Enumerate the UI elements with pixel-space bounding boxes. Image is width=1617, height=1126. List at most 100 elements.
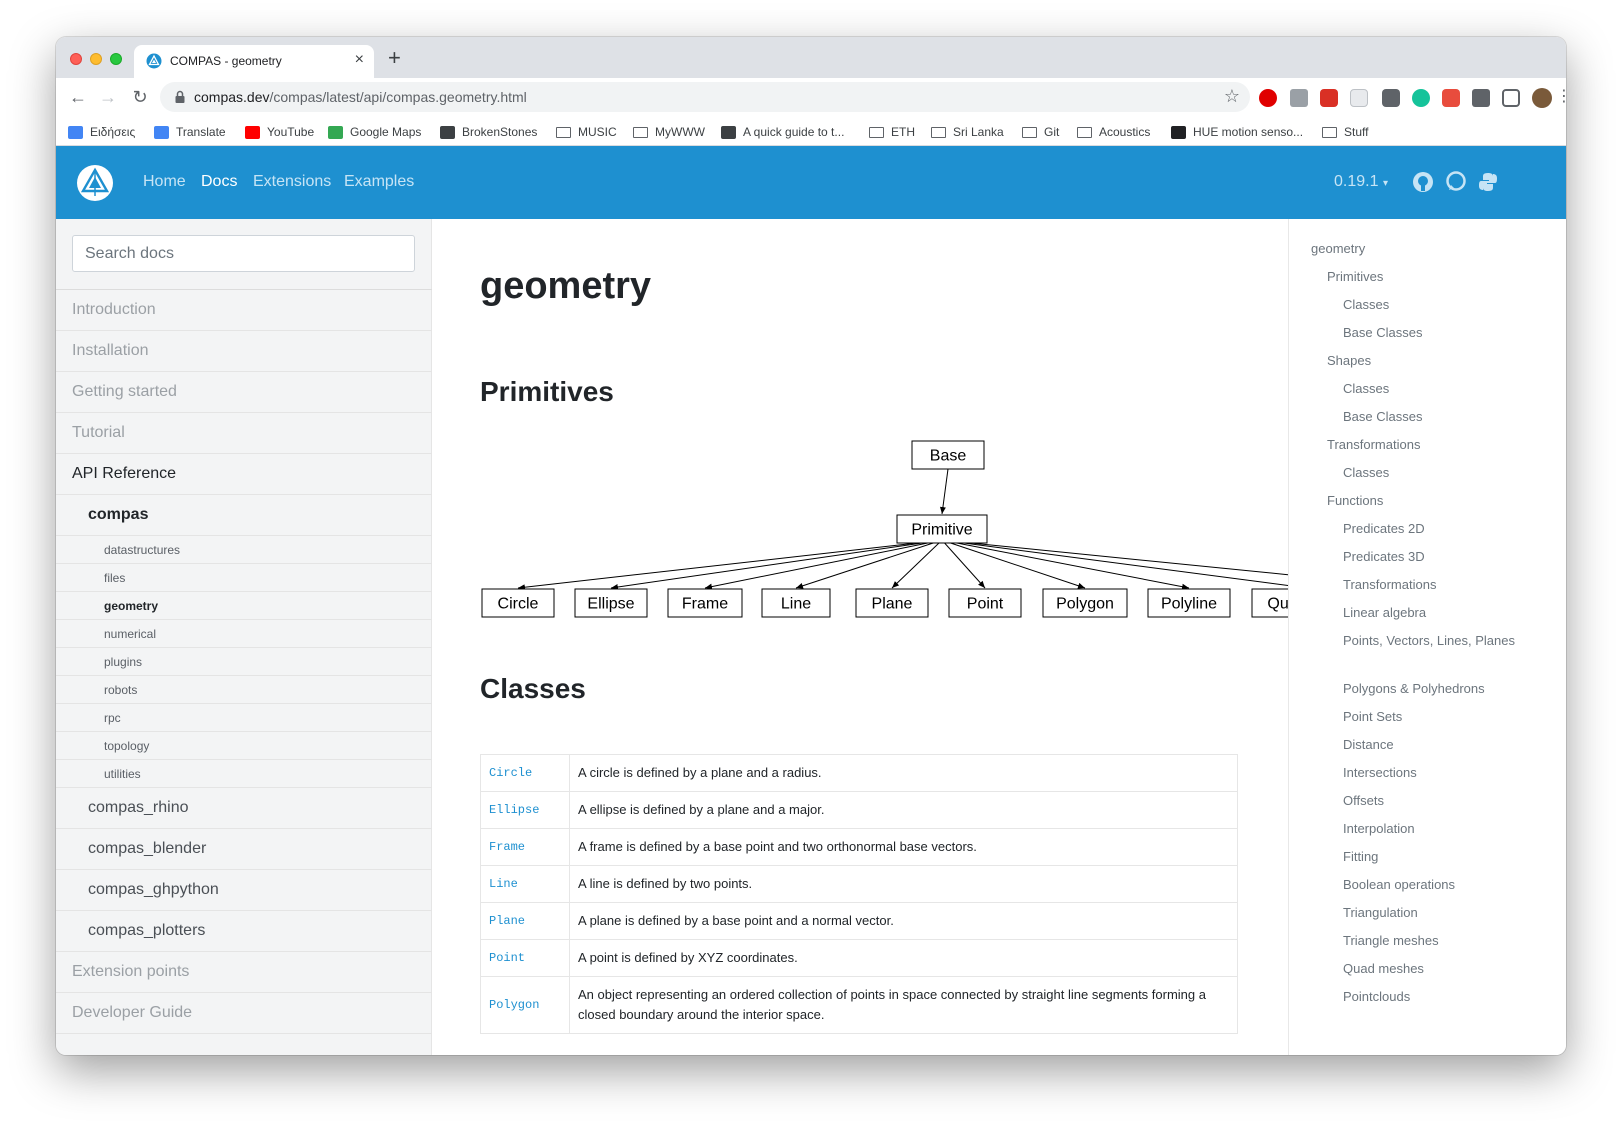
sidebar-item-files[interactable]: files	[56, 564, 432, 592]
todo-extension-icon[interactable]	[1320, 89, 1338, 107]
class-link[interactable]: Frame	[480, 828, 570, 866]
sidebar-item-datastructures[interactable]: datastructures	[56, 536, 432, 564]
toc-item[interactable]: Base Classes	[1343, 323, 1523, 343]
bookmark-5[interactable]: MUSIC	[556, 123, 617, 141]
class-link[interactable]: Line	[480, 865, 570, 903]
diagram-node-polyline[interactable]: Polyline	[1147, 588, 1231, 618]
sidebar-item-compas[interactable]: compas	[56, 495, 432, 536]
diagram-node-base[interactable]: Base	[911, 440, 985, 470]
diagram-node-line[interactable]: Line	[761, 588, 831, 618]
sidebar-item-tutorial[interactable]: Tutorial	[56, 413, 432, 454]
close-window-button[interactable]	[70, 53, 82, 65]
bookmark-1[interactable]: Translate	[154, 123, 226, 141]
bookmark-8[interactable]: ETH	[869, 123, 915, 141]
sidebar-item-compas-blender[interactable]: compas_blender	[56, 829, 432, 870]
toc-item[interactable]: Point Sets	[1343, 707, 1523, 727]
toc-item[interactable]: Predicates 2D	[1343, 519, 1523, 539]
back-button[interactable]: ←	[66, 85, 90, 109]
document-extension-icon[interactable]	[1350, 89, 1368, 107]
sidebar-item-compas-rhino[interactable]: compas_rhino	[56, 788, 432, 829]
tp-extension-icon[interactable]	[1442, 89, 1460, 107]
toc-item[interactable]: Points, Vectors, Lines, Planes	[1343, 631, 1523, 651]
avatar[interactable]	[1532, 88, 1552, 108]
sidebar-item-topology[interactable]: topology	[56, 732, 432, 760]
grammarly-extension-icon[interactable]	[1412, 89, 1430, 107]
toc-item[interactable]: Offsets	[1343, 791, 1523, 811]
python-icon[interactable]	[1477, 171, 1499, 193]
search-docs-input[interactable]	[72, 235, 415, 272]
toc-item[interactable]: Pointclouds	[1343, 987, 1523, 1007]
bookmark-9[interactable]: Sri Lanka	[931, 123, 1004, 141]
helper-extension-icon[interactable]	[1382, 89, 1400, 107]
sidebar-item-plugins[interactable]: plugins	[56, 648, 432, 676]
minimize-window-button[interactable]	[90, 53, 102, 65]
bookmark-4[interactable]: BrokenStones	[440, 123, 537, 141]
sidebar-item-numerical[interactable]: numerical	[56, 620, 432, 648]
diagram-node-plane[interactable]: Plane	[855, 588, 929, 618]
bookmark-0[interactable]: Ειδήσεις	[68, 123, 135, 141]
tab-close-icon[interactable]: ×	[355, 51, 364, 69]
diagram-node-quaternion[interactable]: Quaternion	[1251, 588, 1288, 618]
class-link[interactable]: Ellipse	[480, 791, 570, 829]
reload-button[interactable]: ↻	[128, 85, 152, 109]
bookmark-13[interactable]: Stuff	[1322, 123, 1368, 141]
browser-menu-icon[interactable]: ⋮	[1552, 85, 1566, 109]
class-link[interactable]: Plane	[480, 902, 570, 940]
diagram-node-primitive[interactable]: Primitive	[896, 514, 988, 544]
compas-logo-icon[interactable]	[76, 164, 114, 202]
new-tab-button[interactable]: +	[388, 45, 401, 71]
bookmark-6[interactable]: MyWWW	[633, 123, 705, 141]
toc-item[interactable]: Linear algebra	[1343, 603, 1523, 623]
toc-item[interactable]: Transformations	[1327, 435, 1507, 455]
sidebar-item-extension-points[interactable]: Extension points	[56, 952, 432, 993]
sidebar-item-compas-plotters[interactable]: compas_plotters	[56, 911, 432, 952]
bookmark-11[interactable]: Acoustics	[1077, 123, 1150, 141]
toc-item[interactable]: Functions	[1327, 491, 1507, 511]
sidebar-item-developer-guide[interactable]: Developer Guide	[56, 993, 432, 1034]
nav-extensions[interactable]: Extensions	[253, 173, 331, 191]
nav-examples[interactable]: Examples	[344, 173, 414, 191]
nav-docs[interactable]: Docs	[201, 173, 237, 191]
sidebar-item-robots[interactable]: robots	[56, 676, 432, 704]
class-link[interactable]: Point	[480, 939, 570, 977]
sidebar-item-geometry[interactable]: geometry	[56, 592, 432, 620]
toc-item[interactable]: Intersections	[1343, 763, 1523, 783]
bookmark-star-icon[interactable]: ☆	[1224, 86, 1240, 107]
puzzle-extensions-icon[interactable]	[1472, 89, 1490, 107]
toc-item[interactable]: Quad meshes	[1343, 959, 1523, 979]
bookmark-10[interactable]: Git	[1022, 123, 1059, 141]
toc-item[interactable]: Triangle meshes	[1343, 931, 1523, 951]
sidebar-item-getting-started[interactable]: Getting started	[56, 372, 432, 413]
toc-item[interactable]: Base Classes	[1343, 407, 1523, 427]
toc-item[interactable]: Polygons & Polyhedrons	[1343, 679, 1523, 699]
sidebar-item-installation[interactable]: Installation	[56, 331, 432, 372]
diagram-node-frame[interactable]: Frame	[667, 588, 743, 618]
diagram-node-circle[interactable]: Circle	[481, 588, 555, 618]
maximize-window-button[interactable]	[110, 53, 122, 65]
sidebar-item-rpc[interactable]: rpc	[56, 704, 432, 732]
forum-chat-icon[interactable]	[1445, 171, 1467, 193]
class-link[interactable]: Polygon	[480, 976, 570, 1034]
bookmark-7[interactable]: A quick guide to t...	[721, 123, 844, 141]
sidebar-item-introduction[interactable]: Introduction	[56, 290, 432, 331]
toc-item[interactable]: Predicates 3D	[1343, 547, 1523, 567]
toc-item[interactable]: Classes	[1343, 379, 1523, 399]
forward-button[interactable]: →	[96, 85, 120, 109]
sidebar-item-utilities[interactable]: utilities	[56, 760, 432, 788]
address-bar[interactable]: compas.dev/compas/latest/api/compas.geom…	[160, 82, 1250, 112]
cast-icon[interactable]	[1502, 89, 1520, 107]
toc-item[interactable]: Transformations	[1343, 575, 1523, 595]
nav-home[interactable]: Home	[143, 173, 186, 191]
toc-item[interactable]: Classes	[1343, 463, 1523, 483]
toc-item[interactable]: Distance	[1343, 735, 1523, 755]
diagram-node-polygon[interactable]: Polygon	[1042, 588, 1128, 618]
bookmark-12[interactable]: HUE motion senso...	[1171, 123, 1303, 141]
browser-tab[interactable]: COMPAS - geometry ×	[134, 45, 374, 78]
drive-extension-icon[interactable]	[1290, 89, 1308, 107]
toc-item[interactable]: Shapes	[1327, 351, 1507, 371]
sidebar-item-api-reference[interactable]: API Reference	[56, 454, 432, 495]
toc-item[interactable]: Fitting	[1343, 847, 1523, 867]
toc-item[interactable]: Classes	[1343, 295, 1523, 315]
toc-item[interactable]: Boolean operations	[1343, 875, 1523, 895]
version-dropdown[interactable]: 0.19.1 ▾	[1334, 173, 1388, 191]
